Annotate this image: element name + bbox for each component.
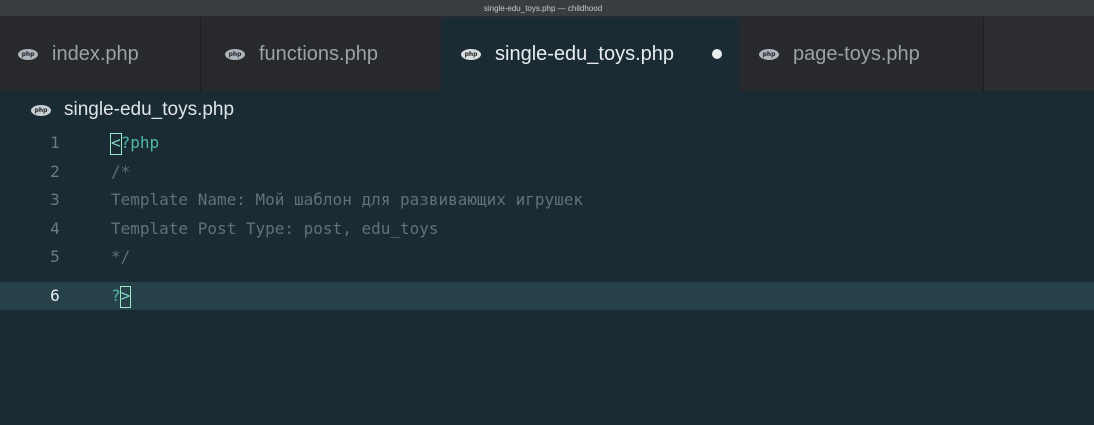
tab-label: index.php: [52, 42, 139, 65]
tab-label: functions.php: [259, 42, 378, 65]
code-line[interactable]: 5 */: [0, 243, 1094, 271]
tab-functions-php[interactable]: php functions.php: [201, 17, 441, 91]
tab-bar: php index.php php functions.php php sing…: [0, 17, 1094, 91]
comment-text: */: [111, 247, 131, 266]
php-file-icon: php: [31, 104, 51, 116]
breadcrumb: php single-edu_toys.php: [0, 91, 1094, 129]
code-line[interactable]: 1 <?php: [0, 129, 1094, 157]
line-number: 1: [50, 133, 60, 152]
code-text: <?php: [110, 129, 160, 157]
code-line[interactable]: 2 /*: [0, 158, 1094, 186]
bracket-match-highlight: >: [119, 285, 132, 308]
comment-text: Template Post Type: post, edu_toys: [111, 219, 439, 238]
line-number: 4: [50, 219, 60, 238]
breadcrumb-file-label[interactable]: single-edu_toys.php: [64, 99, 234, 121]
editor-window: single-edu_toys.php — childhood php inde…: [0, 0, 1094, 425]
tab-label: page-toys.php: [793, 42, 920, 65]
php-file-icon: php: [759, 48, 779, 60]
php-open-tag: ?php: [120, 133, 160, 152]
php-file-icon: php: [18, 48, 38, 60]
code-line[interactable]: 3 Template Name: Мой шаблон для развиваю…: [0, 186, 1094, 214]
comment-text: /*: [111, 162, 131, 181]
tab-label: single-edu_toys.php: [495, 42, 675, 65]
code-line[interactable]: 4 Template Post Type: post, edu_toys: [0, 215, 1094, 243]
line-number: 5: [50, 247, 60, 266]
php-file-icon: php: [461, 48, 481, 60]
php-close-tag: ?: [111, 286, 121, 305]
tab-page-toys-php[interactable]: php page-toys.php: [739, 17, 983, 91]
window-title: single-edu_toys.php — childhood: [483, 3, 603, 13]
unsaved-dot-icon[interactable]: [712, 49, 722, 59]
tab-index-php[interactable]: php index.php: [0, 17, 200, 91]
php-file-icon: php: [225, 48, 245, 60]
bracket-match-highlight: <: [110, 132, 122, 155]
code-text: ?>: [111, 282, 132, 310]
line-number: 6: [50, 286, 60, 305]
line-number: 2: [50, 162, 60, 181]
comment-text: Template Name: Мой шаблон для развивающи…: [111, 190, 584, 209]
code-line-current[interactable]: 6 ?>: [0, 282, 1094, 310]
line-number: 3: [50, 190, 60, 209]
title-bar: single-edu_toys.php — childhood: [0, 0, 1094, 17]
code-editor[interactable]: 1 <?php 2 /* 3 Template Name: Мой шаблон…: [0, 129, 1094, 425]
tab-single-edu-toys-php[interactable]: php single-edu_toys.php: [441, 17, 739, 91]
tab-bar-empty-area[interactable]: [984, 17, 1094, 91]
